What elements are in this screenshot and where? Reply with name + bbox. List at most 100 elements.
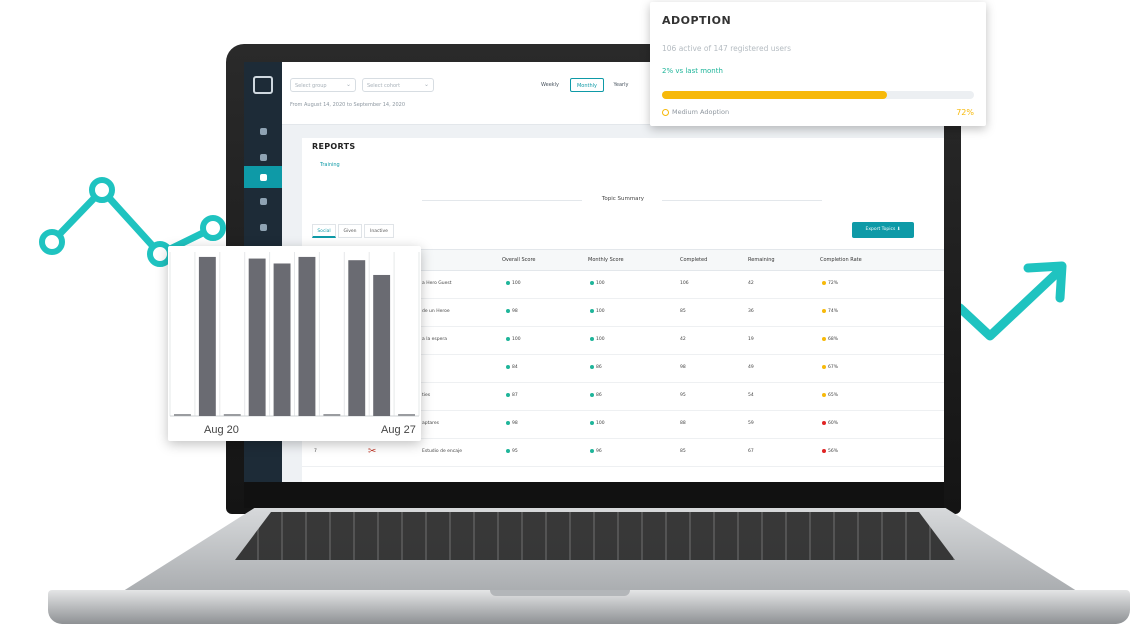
bar-aug-24 [298,256,316,416]
period-yearly[interactable]: Yearly [608,78,634,92]
topic-icon: ✂ [368,446,377,457]
cell-completion-rate: 72% [822,270,838,298]
status-dot-icon [590,336,594,341]
cell-remaining-text: 36 [748,309,754,314]
status-dot-icon [590,308,594,313]
cell-completed-text: 106 [680,281,689,286]
status-ring-icon [662,108,669,116]
cell-remaining-text: 59 [748,421,754,426]
left-trend-line [48,186,217,258]
col-overall-score[interactable]: Overall Score [502,250,535,270]
status-dot-icon [590,392,594,397]
sidebar-item-reports[interactable] [244,166,282,188]
filter-tab-social[interactable]: Social [312,224,336,238]
bar-chart-card [168,246,421,441]
status-dot-icon [506,280,510,285]
cell-completed: 106 [680,270,689,298]
cell-overall-score-text: 95 [512,449,518,454]
table-row[interactable]: 7 Estudio de encaje 95 96 85 67 56% ✂ [302,438,944,467]
status-dot-icon [506,336,510,341]
cohort-select[interactable]: Select cohort [362,78,434,92]
status-dot-icon [506,308,510,313]
adoption-percent: 72% [956,108,974,117]
adoption-level: Medium Adoption [662,108,729,116]
cell-remaining: 42 [748,270,754,298]
col-monthly-score[interactable]: Monthly Score [588,250,624,270]
x-tick-label: Aug 27 [381,424,416,436]
cell-topic-text: Estudio de encaje [422,449,463,454]
x-tick-label: Aug 20 [204,424,239,436]
adoption-subtitle: 106 active of 147 registered users [662,44,791,53]
bar-aug-23 [273,263,291,416]
cell-overall-score-text: 100 [512,337,521,342]
sidebar-item-home[interactable] [244,120,282,142]
cell-overall-score-text: 87 [512,393,518,398]
status-dot-icon [590,420,594,425]
period-weekly[interactable]: Weekly [535,78,565,92]
cell-remaining: 19 [748,326,754,354]
cell-completed-text: 98 [680,365,686,370]
export-topics-button[interactable]: Export Topics ⬇ [852,222,914,238]
cell-completion-rate-text: 74% [828,309,839,314]
cell-remaining-text: 67 [748,449,754,454]
trend-node [39,229,65,255]
status-dot-icon [590,364,594,369]
col-remaining[interactable]: Remaining [748,250,775,270]
bar-aug-28 [398,414,415,416]
sidebar-item-analytics[interactable] [244,146,282,168]
filter-tab-given[interactable]: Given [338,224,362,238]
status-dot-icon [506,392,510,397]
help-icon [259,223,267,231]
date-range: From August 14, 2020 to September 14, 20… [290,102,406,108]
section-title: Topic Summary [601,196,645,202]
col-completed[interactable]: Completed [680,250,707,270]
app-logo-icon [253,76,273,94]
bar-aug-27 [373,274,391,416]
cell-monthly-score: 100 [590,410,605,438]
cell-overall-score: 87 [506,382,518,410]
cell-topic-text: a la espera [422,337,447,342]
cell-completed: 85 [680,298,686,326]
tab-training[interactable]: Training [320,162,340,168]
cell-topic: de un Heroe [422,298,450,326]
cell-monthly-score-text: 86 [596,393,602,398]
cell-completed: 95 [680,382,686,410]
cell-monthly-score-text: 100 [596,281,605,286]
cell-completion-rate: 74% [822,298,838,326]
cell-completion-rate-text: 65% [828,393,839,398]
cell-monthly-score-text: 100 [596,337,605,342]
cell-overall-score: 100 [506,326,521,354]
cell-remaining-text: 19 [748,337,754,342]
cell-completion-rate: 65% [822,382,838,410]
cell-monthly-score-text: 96 [596,449,602,454]
cell-overall-score-text: 84 [512,365,518,370]
adoption-level-label: Medium Adoption [672,108,730,116]
cell-completed: 98 [680,354,686,382]
trend-node [200,215,226,241]
period-monthly[interactable]: Monthly [570,78,604,92]
sidebar-item-settings[interactable] [244,190,282,212]
group-select[interactable]: Select group [290,78,356,92]
status-dot-icon [822,280,826,285]
cell-completed: 42 [680,326,686,354]
sidebar-item-help[interactable] [244,216,282,238]
cell-overall-score: 100 [506,270,521,298]
bar-chart [169,252,420,417]
bar-aug-21 [223,414,241,416]
cell-completion-rate: 56% [822,438,838,466]
cell-monthly-score: 96 [590,438,602,466]
cell-remaining: 67 [748,438,754,466]
trend-node [89,177,115,203]
cell-number: 7 [314,438,317,466]
cell-completed-text: 85 [680,449,686,454]
cell-monthly-score: 100 [590,326,605,354]
bar-aug-25 [323,414,341,416]
status-dot-icon [506,420,510,425]
reports-icon [259,173,267,181]
cell-completion-rate: 68% [822,326,838,354]
cell-completion-rate-text: 60% [828,421,839,426]
cell-monthly-score-text: 100 [596,309,605,314]
col-completion-rate[interactable]: Completion Rate [820,250,862,270]
filter-tab-inactive[interactable]: Inactive [364,224,394,238]
status-dot-icon [822,392,826,397]
